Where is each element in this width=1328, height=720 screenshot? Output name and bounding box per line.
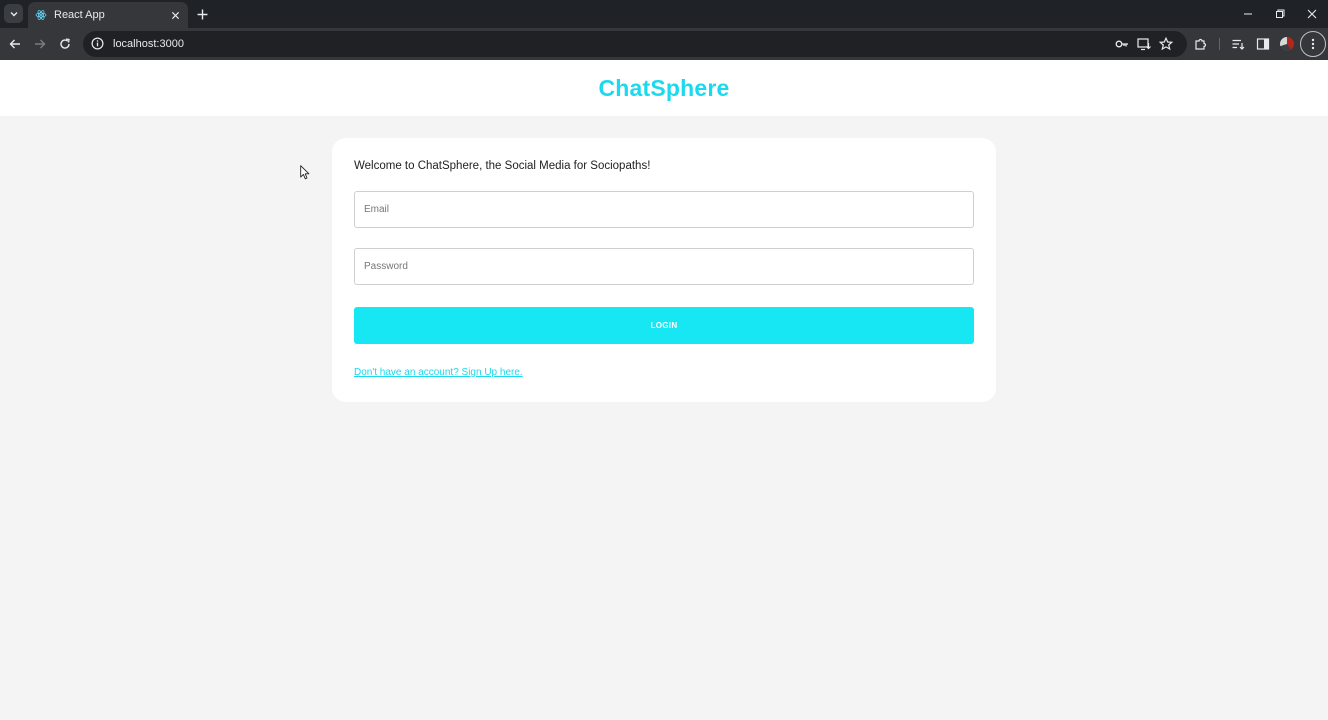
tab-title: React App: [54, 9, 105, 21]
close-window-icon[interactable]: [1305, 7, 1319, 21]
side-panel-icon[interactable]: [1255, 36, 1271, 52]
login-button[interactable]: LOGIN: [354, 307, 974, 344]
reading-list-icon[interactable]: [1230, 36, 1246, 52]
reload-icon[interactable]: [57, 36, 73, 52]
login-card: Welcome to ChatSphere, the Social Media …: [332, 138, 996, 402]
key-icon[interactable]: [1114, 36, 1130, 52]
restore-icon[interactable]: [1273, 7, 1287, 21]
chevron-down-icon: [10, 11, 17, 16]
address-bar[interactable]: localhost:3000: [83, 31, 1187, 57]
close-icon[interactable]: [168, 8, 182, 22]
mouse-pointer-icon: [300, 165, 310, 180]
app-header: ChatSphere: [0, 60, 1328, 116]
arrow-right-icon[interactable]: [32, 36, 48, 52]
address-url: localhost:3000: [113, 38, 184, 50]
minimize-icon[interactable]: [1241, 7, 1255, 21]
info-icon[interactable]: [91, 37, 105, 51]
react-icon: [35, 9, 47, 21]
tab-search-button[interactable]: [4, 4, 23, 23]
browser-tab[interactable]: React App: [28, 2, 188, 28]
browser-toolbar: localhost:3000: [0, 28, 1328, 60]
install-app-icon[interactable]: [1136, 36, 1152, 52]
star-icon[interactable]: [1158, 36, 1174, 52]
toolbar-divider: [1219, 38, 1220, 50]
puzzle-icon[interactable]: [1193, 36, 1209, 52]
profile-avatar[interactable]: [1280, 37, 1294, 51]
password-field[interactable]: [354, 248, 974, 285]
signup-link[interactable]: Don't have an account? Sign Up here.: [354, 367, 523, 378]
more-vert-icon[interactable]: [1300, 31, 1326, 57]
browser-tab-strip: React App: [0, 0, 1328, 28]
brand-title: ChatSphere: [598, 74, 730, 101]
welcome-heading: Welcome to ChatSphere, the Social Media …: [354, 160, 651, 172]
email-field[interactable]: [354, 191, 974, 228]
plus-icon[interactable]: [194, 6, 210, 22]
arrow-left-icon[interactable]: [7, 36, 23, 52]
